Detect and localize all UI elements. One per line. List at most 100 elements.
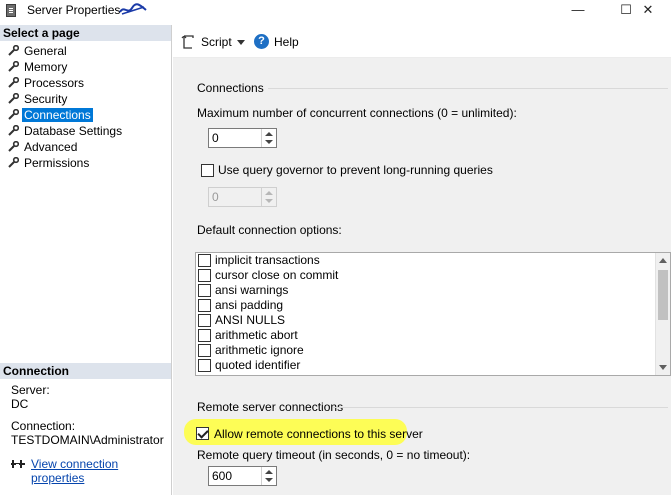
help-label: Help (274, 35, 299, 49)
connections-group-title: Connections (197, 81, 264, 95)
remote-timeout-value: 600 (212, 469, 233, 483)
default-options-label: Default connection options: (197, 223, 342, 237)
options-scrollbar[interactable] (655, 253, 670, 375)
max-connections-value: 0 (212, 131, 219, 145)
option-checkbox[interactable] (198, 254, 211, 267)
scroll-thumb[interactable] (658, 270, 668, 320)
help-button[interactable]: ? Help (254, 34, 299, 50)
page-item-label: Connections (22, 108, 93, 122)
page-item-permissions[interactable]: Permissions (0, 155, 171, 171)
spin-down-icon[interactable] (265, 478, 273, 482)
connection-properties-icon (11, 460, 25, 468)
script-dropdown-arrow[interactable] (237, 40, 245, 45)
connection-label: Connection: (11, 419, 76, 433)
server-value: DC (11, 397, 29, 411)
option-item[interactable]: arithmetic ignore (196, 343, 670, 358)
spin-up-icon[interactable] (265, 470, 273, 474)
page-item-label: Advanced (24, 140, 78, 154)
page-item-label: Processors (24, 76, 85, 90)
remote-timeout-label: Remote query timeout (in seconds, 0 = no… (197, 448, 471, 462)
option-label: arithmetic abort (215, 328, 298, 342)
server-icon (6, 4, 16, 17)
option-checkbox[interactable] (198, 344, 211, 357)
query-governor-value: 0 (212, 190, 219, 204)
scroll-down-icon[interactable] (659, 365, 667, 370)
spin-down-icon (265, 199, 273, 203)
option-item[interactable]: quoted identifier (196, 358, 670, 373)
option-item[interactable]: ansi padding (196, 298, 670, 313)
connection-value: TESTDOMAIN\Administrator (11, 433, 164, 447)
allow-remote-checkbox[interactable] (196, 427, 209, 440)
option-item[interactable]: ANSI NULLS (196, 313, 670, 328)
query-governor-checkbox[interactable] (201, 164, 214, 177)
server-label: Server: (11, 383, 50, 397)
wrench-icon (8, 61, 19, 72)
page-item-memory[interactable]: Memory (0, 59, 171, 75)
option-checkbox[interactable] (198, 314, 211, 327)
spin-up-icon[interactable] (265, 132, 273, 136)
wrench-icon (8, 77, 19, 88)
script-button[interactable]: Script (181, 34, 232, 50)
option-label: implicit transactions (215, 253, 320, 267)
option-item[interactable]: arithmetic abort (196, 328, 670, 343)
divider (333, 407, 668, 408)
connection-header: Connection (0, 363, 171, 379)
max-connections-spinner[interactable]: 0 (208, 128, 277, 148)
option-checkbox[interactable] (198, 359, 211, 372)
default-options-list[interactable]: implicit transactions cursor close on com… (195, 252, 671, 376)
option-item[interactable]: implicit transactions (196, 253, 670, 268)
page-item-label: Database Settings (24, 124, 123, 138)
spin-down-icon[interactable] (265, 140, 273, 144)
remote-group-title: Remote server connections (197, 400, 344, 414)
script-label: Script (201, 35, 232, 49)
page-item-label: General (24, 44, 67, 58)
page-item-security[interactable]: Security (0, 91, 171, 107)
scribble-mark (119, 3, 147, 15)
option-checkbox[interactable] (198, 329, 211, 342)
minimize-button[interactable]: — (555, 0, 601, 22)
max-connections-label: Maximum number of concurrent connections… (197, 106, 517, 120)
scroll-up-icon[interactable] (659, 258, 667, 263)
option-label: arithmetic ignore (215, 343, 304, 357)
option-checkbox[interactable] (198, 299, 211, 312)
help-icon: ? (254, 34, 269, 49)
title-bar: Server Properties — ☐ ✕ (0, 0, 671, 22)
query-governor-label: Use query governor to prevent long-runni… (218, 163, 493, 177)
left-pane: Select a page General Memory Processors Sec… (0, 25, 172, 495)
page-list: General Memory Processors Security Connectio… (0, 43, 171, 171)
remote-timeout-spinner[interactable]: 600 (208, 466, 277, 486)
spin-up-icon (265, 191, 273, 195)
page-item-label: Memory (24, 60, 68, 74)
select-page-header: Select a page (0, 25, 171, 41)
option-label: ansi warnings (215, 283, 289, 297)
connection-section: Connection Server: DC Connection: TESTDO… (0, 363, 171, 485)
page-item-connections[interactable]: Connections (0, 107, 171, 123)
close-button[interactable]: ✕ (625, 0, 671, 22)
wrench-icon (8, 45, 19, 56)
wrench-icon (8, 109, 19, 120)
toolbar: Script ? Help (173, 25, 671, 58)
page-item-general[interactable]: General (0, 43, 171, 59)
allow-remote-label: Allow remote connections to this server (214, 427, 423, 441)
page-item-processors[interactable]: Processors (0, 75, 171, 91)
main-panel: Connections Maximum number of concurrent… (173, 58, 671, 495)
script-icon (181, 35, 194, 49)
window-title: Server Properties (27, 3, 121, 17)
page-item-database-settings[interactable]: Database Settings (0, 123, 171, 139)
query-governor-spinner: 0 (208, 187, 277, 207)
option-checkbox[interactable] (198, 284, 211, 297)
option-checkbox[interactable] (198, 269, 211, 282)
page-item-advanced[interactable]: Advanced (0, 139, 171, 155)
wrench-icon (8, 93, 19, 104)
page-item-label: Permissions (24, 156, 90, 170)
option-item[interactable]: cursor close on commit (196, 268, 670, 283)
option-label: quoted identifier (215, 358, 301, 372)
page-item-label: Security (24, 92, 68, 106)
divider (268, 88, 668, 89)
wrench-icon (8, 141, 19, 152)
option-item[interactable]: ansi warnings (196, 283, 670, 298)
wrench-icon (8, 157, 19, 168)
wrench-icon (8, 125, 19, 136)
option-label: cursor close on commit (215, 268, 339, 282)
view-connection-properties-link[interactable]: View connection properties (31, 457, 118, 485)
